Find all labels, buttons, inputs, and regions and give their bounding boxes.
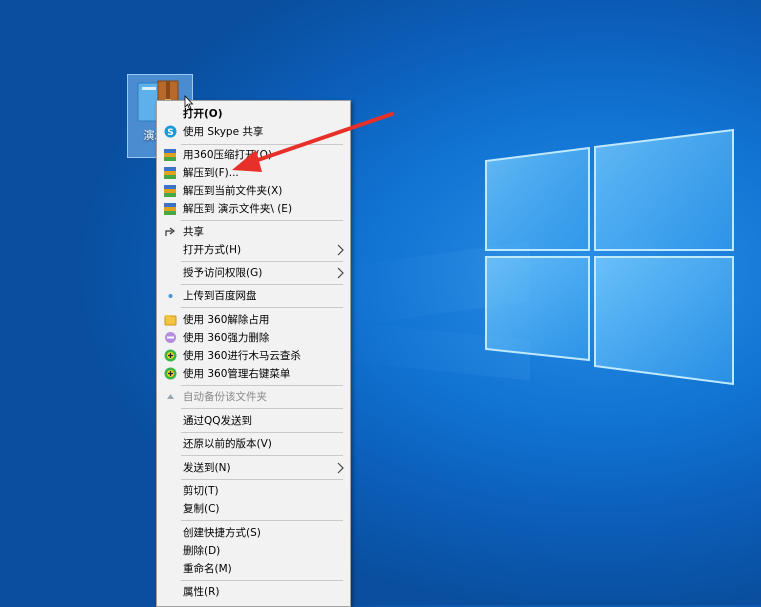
360-scan-icon xyxy=(164,349,177,362)
menu-separator xyxy=(181,455,343,456)
menu-item-rename[interactable]: 重命名(M) xyxy=(157,560,350,578)
menu-item-label: 发送到(N) xyxy=(183,462,231,474)
menu-item-label: 共享 xyxy=(183,226,204,238)
menu-separator xyxy=(181,408,343,409)
winrar-icon xyxy=(164,185,176,197)
desktop[interactable]: 演示文 z xyxy=(0,0,761,605)
menu-separator xyxy=(181,580,343,581)
menu-item-extract-to[interactable]: 解压到(F)... xyxy=(157,164,350,182)
menu-item-360-trojan-scan[interactable]: 使用 360进行木马云查杀 xyxy=(157,347,350,365)
360-manage-icon xyxy=(164,367,177,380)
menu-item-restore-versions[interactable]: 还原以前的版本(V) xyxy=(157,435,350,453)
menu-item-label: 属性(R) xyxy=(183,586,220,598)
menu-item-label: 复制(C) xyxy=(183,503,220,515)
windows-logo xyxy=(485,128,734,386)
share-icon xyxy=(165,227,175,236)
menu-item-label: 上传到百度网盘 xyxy=(183,290,257,302)
menu-item-label: 自动备份该文件夹 xyxy=(183,391,267,403)
menu-separator xyxy=(181,144,343,145)
menu-item-copy[interactable]: 复制(C) xyxy=(157,500,350,518)
menu-separator xyxy=(181,220,343,221)
baidu-netdisk-icon xyxy=(168,294,173,298)
360-unlock-icon xyxy=(164,315,177,326)
menu-item-cut[interactable]: 剪切(T) xyxy=(157,482,350,500)
winrar-icon xyxy=(164,203,176,215)
menu-item-label: 打开方式(H) xyxy=(183,244,242,256)
menu-item-label: 通过QQ发送到 xyxy=(183,415,253,427)
menu-item-open-with[interactable]: 打开方式(H) xyxy=(157,241,350,259)
menu-separator xyxy=(181,284,343,285)
menu-item-properties[interactable]: 属性(R) xyxy=(157,583,350,601)
menu-item-360-unlock[interactable]: 使用 360解除占用 xyxy=(157,311,350,329)
menu-item-label: 剪切(T) xyxy=(183,485,219,497)
menu-item-share[interactable]: 共享 xyxy=(157,223,350,241)
menu-item-label: 用360压缩打开(O) xyxy=(183,149,272,161)
menu-item-upload-baidu[interactable]: 上传到百度网盘 xyxy=(157,287,350,305)
menu-item-delete[interactable]: 删除(D) xyxy=(157,542,350,560)
menu-item-label: 使用 360管理右键菜单 xyxy=(183,368,291,380)
chevron-right-icon xyxy=(337,462,344,474)
winrar-icon xyxy=(164,167,176,179)
menu-item-give-access[interactable]: 授予访问权限(G) xyxy=(157,264,350,282)
menu-item-auto-backup: 自动备份该文件夹 xyxy=(157,388,350,406)
menu-item-label: 解压到(F)... xyxy=(183,167,239,179)
svg-text:S: S xyxy=(167,128,173,138)
menu-item-label: 解压到当前文件夹(X) xyxy=(183,185,283,197)
menu-item-label: 授予访问权限(G) xyxy=(183,267,263,279)
menu-item-send-to[interactable]: 发送到(N) xyxy=(157,459,350,477)
menu-item-360-manage-menu[interactable]: 使用 360管理右键菜单 xyxy=(157,365,350,383)
menu-separator xyxy=(181,479,343,480)
menu-separator xyxy=(181,261,343,262)
menu-item-extract-here[interactable]: 解压到当前文件夹(X) xyxy=(157,182,350,200)
menu-item-label: 使用 360强力删除 xyxy=(183,332,270,344)
mouse-cursor-icon xyxy=(184,95,194,110)
chevron-right-icon xyxy=(337,244,344,256)
menu-item-360-shred[interactable]: 使用 360强力删除 xyxy=(157,329,350,347)
menu-item-label: 解压到 演示文件夹\ (E) xyxy=(183,203,293,215)
menu-item-extract-to-folder[interactable]: 解压到 演示文件夹\ (E) xyxy=(157,200,350,218)
menu-separator xyxy=(181,520,343,521)
menu-item-label: 使用 360进行木马云查杀 xyxy=(183,350,301,362)
chevron-right-icon xyxy=(337,267,344,279)
menu-item-label: 使用 360解除占用 xyxy=(183,314,270,326)
menu-item-label: 重命名(M) xyxy=(183,563,232,575)
menu-separator xyxy=(181,307,343,308)
menu-separator xyxy=(181,432,343,433)
menu-item-create-shortcut[interactable]: 创建快捷方式(S) xyxy=(157,524,350,542)
menu-item-label: 删除(D) xyxy=(183,545,221,557)
winrar-icon xyxy=(164,149,176,161)
menu-item-label: 还原以前的版本(V) xyxy=(183,438,272,450)
menu-separator xyxy=(181,385,343,386)
skype-icon: S xyxy=(164,125,177,138)
menu-item-skype-share[interactable]: S 使用 Skype 共享 xyxy=(157,123,350,141)
menu-item-label: 创建快捷方式(S) xyxy=(183,527,261,539)
context-menu: 打开(O) S 使用 Skype 共享 用360压缩打开(O) 解压到(F)..… xyxy=(156,100,351,607)
menu-item-label: 使用 Skype 共享 xyxy=(183,126,264,138)
menu-item-send-via-qq[interactable]: 通过QQ发送到 xyxy=(157,412,350,430)
backup-icon xyxy=(167,394,174,399)
360-shred-icon xyxy=(165,332,176,343)
menu-item-open-with-360zip[interactable]: 用360压缩打开(O) xyxy=(157,146,350,164)
